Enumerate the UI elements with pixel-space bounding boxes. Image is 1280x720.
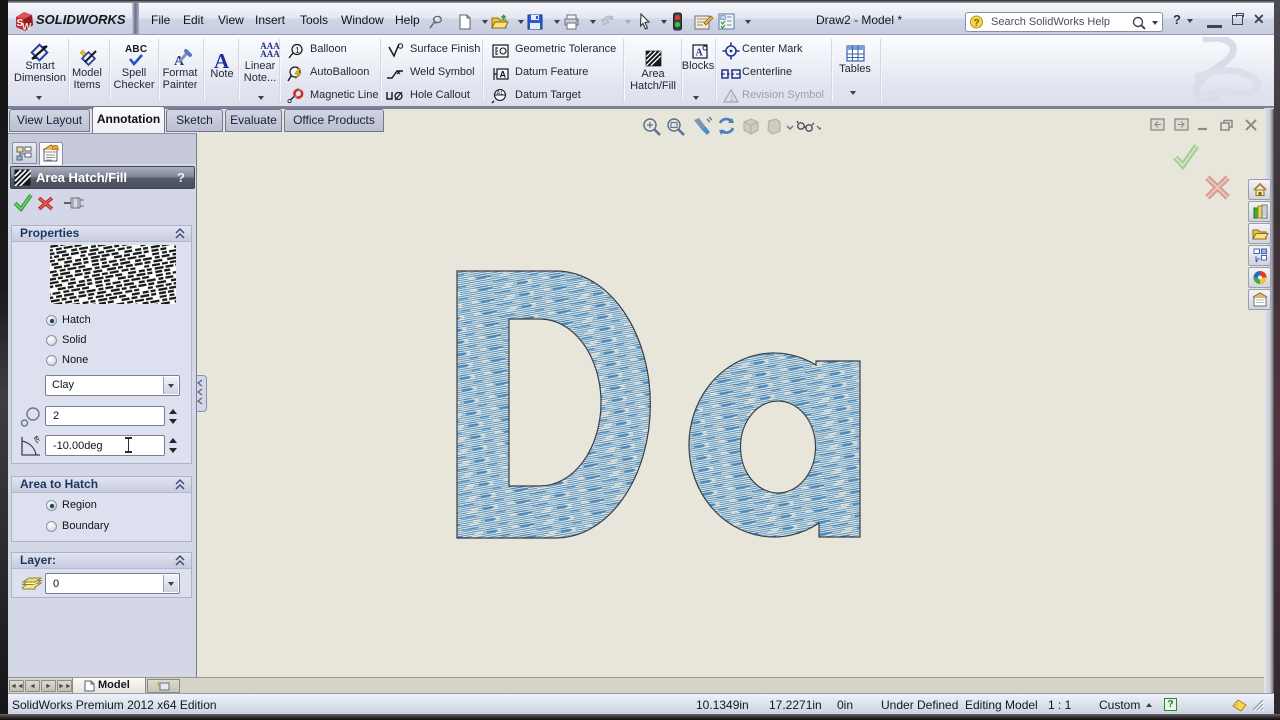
svg-text:A: A [696,48,704,59]
svg-text:1: 1 [295,45,300,55]
svg-text:W: W [22,22,32,33]
svg-text:A: A [500,70,507,80]
svg-text:A1: A1 [497,91,504,97]
svg-text:A: A [35,436,40,443]
svg-text:1: 1 [730,94,735,103]
svg-text:?: ? [974,18,980,29]
